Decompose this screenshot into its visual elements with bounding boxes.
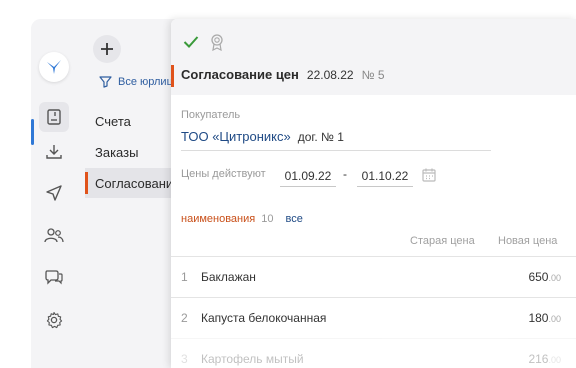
tab-all[interactable]: все [285,213,302,225]
contacts-icon [44,228,64,243]
download-icon [46,145,62,159]
document-panel: Согласование цен 22.08.22 № 5 Покупатель… [171,19,576,368]
add-button[interactable] [93,35,121,63]
chat-icon [45,270,63,285]
rail-contacts-button[interactable] [39,220,69,250]
check-icon[interactable] [183,35,199,49]
row-index: 3 [181,352,188,366]
buyer-label: Покупатель [181,109,241,121]
app-logo[interactable] [39,52,69,82]
buyer-field[interactable]: ТОО «Цитроникс» дог. № 1 [181,129,491,151]
award-icon[interactable] [209,33,225,51]
row-new-price: 180.00 [528,311,561,325]
table-row[interactable]: 2 Капуста белокочанная 180.00 [171,297,576,338]
items-list: 1 Баклажан 650.00 2 Капуста белокочанная… [171,256,576,368]
rail-send-button[interactable] [39,178,69,208]
column-new-price: Новая цена [498,235,558,247]
table-row[interactable]: 1 Баклажан 650.00 [171,256,576,297]
items-count: 10 [261,213,274,225]
calendar-icon[interactable] [421,167,437,183]
tab-items[interactable]: наименования [181,213,255,225]
document-icon [47,109,61,125]
row-name: Баклажан [201,270,256,284]
plus-icon [101,43,113,55]
document-number: № 5 [361,68,385,82]
icon-rail [31,19,79,368]
row-index: 2 [181,311,188,325]
document-date: 22.08.22 [306,68,354,82]
document-title: Согласование цен [181,67,299,82]
row-new-price: 650.00 [528,270,561,284]
row-name: Капуста белокочанная [201,311,327,325]
rail-inbox-button[interactable] [39,137,69,167]
nav-item-label: Заказы [95,144,139,160]
logo-icon [47,60,61,74]
date-separator: - [343,167,347,181]
column-old-price: Старая цена [410,235,475,247]
date-to-input[interactable]: 01.10.22 [357,165,413,187]
contract-number: дог. № 1 [297,130,344,144]
send-icon [46,185,62,201]
date-from-input[interactable]: 01.09.22 [280,165,336,187]
rail-documents-button[interactable] [39,102,69,132]
prices-valid-label: Цены действуют [181,168,266,180]
rail-settings-button[interactable] [39,305,69,335]
filter-icon [99,76,112,88]
nav-item-label: Счета [95,113,131,129]
document-header: Согласование цен 22.08.22 № 5 [171,19,576,95]
row-name: Картофель мытый [201,352,304,366]
items-tabs: наименования 10 все [181,213,303,225]
rail-chat-button[interactable] [39,262,69,292]
settings-icon [46,311,63,329]
row-new-price: 216.00 [528,352,561,366]
row-index: 1 [181,270,188,284]
table-row[interactable]: 3 Картофель мытый 216.00 [171,338,576,368]
rail-active-indicator [31,119,34,145]
buyer-name: ТОО «Цитроникс» [181,129,291,144]
filter-label: Все юрлица [118,75,179,88]
legal-entity-filter[interactable]: Все юрлица [99,75,179,88]
